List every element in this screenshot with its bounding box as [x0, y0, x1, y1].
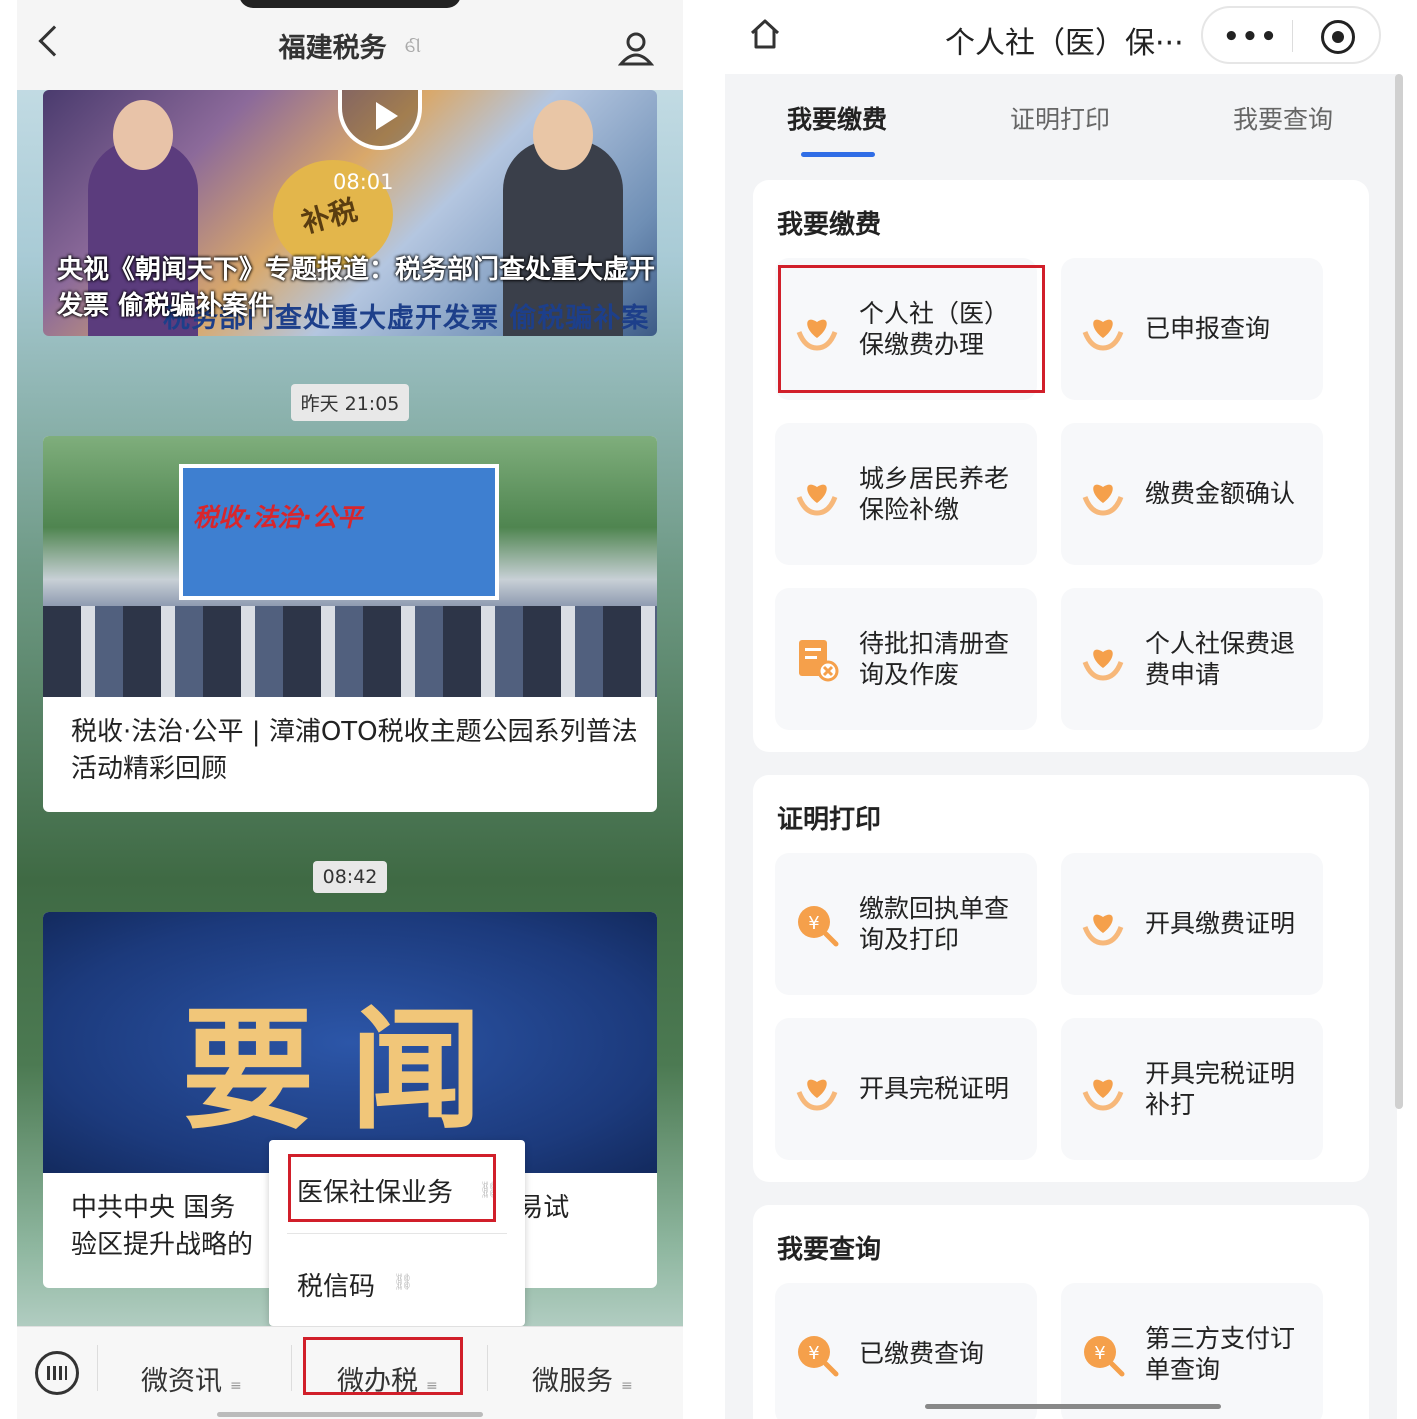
fingerprint-icon: ଣ [404, 32, 422, 58]
divider [487, 1345, 488, 1391]
menu-tab-services[interactable]: 微服务 ≡ [532, 1359, 633, 1398]
tile-refund-application[interactable]: 个人社保费退费申请 [1061, 588, 1323, 730]
heart-hand-icon [1082, 649, 1124, 681]
document-cancel-icon [799, 640, 839, 682]
divider [1292, 20, 1293, 52]
more-options-icon[interactable]: ••• [1223, 22, 1279, 52]
audience-crowd [43, 606, 657, 697]
tile-paid-query[interactable]: ¥ 已缴费查询 [775, 1283, 1037, 1419]
article-card-video[interactable]: 补税 08:01 税务部门查处重大虚开发票 偷税骗补案件 央视《朝闻天下》专题报… [43, 90, 657, 336]
divider [291, 1345, 292, 1391]
tile-declared-query[interactable]: 已申报查询 [1061, 258, 1323, 400]
article-title: 税收·法治·公平 | 漳浦OTO税收主题公园系列普法活动精彩回顾 [71, 717, 638, 784]
home-icon[interactable] [749, 18, 781, 50]
miniprogram-capsule: ••• [1201, 6, 1381, 64]
anchor-man-head [533, 100, 593, 170]
heart-hand-icon [796, 1079, 838, 1111]
tab-certificate-print[interactable]: 证明打印 [1010, 100, 1110, 136]
svg-text:¥: ¥ [1094, 1343, 1105, 1364]
menu-list-icon: ≡ [621, 1378, 633, 1394]
tile-pending-deduction-query[interactable]: 待批扣清册查询及作废 [775, 588, 1037, 730]
highlight-box [778, 265, 1045, 393]
tab-query[interactable]: 我要查询 [1233, 100, 1333, 136]
link-icon: ⛓ [393, 1272, 414, 1291]
tab-payment[interactable]: 我要缴费 [787, 100, 887, 136]
article-title-left: 中共中央 国务 [71, 1193, 236, 1223]
svg-text:¥: ¥ [808, 1343, 819, 1364]
tile-tax-certificate-reprint[interactable]: 开具完税证明补打 [1061, 1018, 1323, 1160]
yuan-search-icon: ¥ [1084, 1336, 1125, 1377]
tile-receipt-query-print[interactable]: ¥ 缴款回执单查询及打印 [775, 853, 1037, 995]
account-title: 福建税务 [278, 32, 387, 64]
submenu-popup: 医保社保业务 ⛓ 税信码 ⛓ [269, 1140, 525, 1326]
section-heading: 我要缴费 [777, 210, 882, 240]
anchor-woman-head [113, 100, 173, 170]
wechat-nav-bar: 福建税务 ଣ [17, 0, 683, 90]
left-phone-screen: 补税 08:01 税务部门查处重大虚开发票 偷税骗补案件 央视《朝闻天下》专题报… [17, 0, 683, 1419]
headline-graphic-text: 要闻 [182, 994, 518, 1148]
account-bottom-menu: 微资讯 ≡ 微办税 ≡ 微服务 ≡ [17, 1326, 683, 1419]
tile-payment-certificate[interactable]: 开具缴费证明 [1061, 853, 1323, 995]
active-tab-indicator [801, 152, 875, 157]
event-banner-text: 税收·法治·公平 [193, 503, 362, 532]
heart-hand-icon [1082, 484, 1124, 516]
keyboard-icon[interactable] [35, 1351, 79, 1395]
section-query: 我要查询 ¥ 已缴费查询 ¥ 第三方支付订单查询 [753, 1205, 1369, 1419]
tile-amount-confirm[interactable]: 缴费金额确认 [1061, 423, 1323, 565]
article-title: 央视《朝闻天下》专题报道：税务部门查处重大虚开发票 偷税骗补案件 [57, 255, 656, 321]
home-indicator [925, 1404, 1221, 1409]
heart-hand-icon [1082, 914, 1124, 946]
heart-hand-icon [1082, 319, 1124, 351]
article-title-line2: 验区提升战略的 [71, 1230, 254, 1260]
message-timestamp: 昨天 21:05 [17, 384, 683, 421]
heart-hand-icon [796, 484, 838, 516]
tile-tax-certificate[interactable]: 开具完税证明 [775, 1018, 1037, 1160]
article-card[interactable]: 税收·法治·公平 税收·法治·公平 | 漳浦OTO税收主题公园系列普法活动精彩回… [43, 436, 657, 812]
video-duration: 08:01 [333, 170, 394, 194]
divider [97, 1345, 98, 1391]
tile-pension-back-payment[interactable]: 城乡居民养老保险补缴 [775, 423, 1037, 565]
svg-text:¥: ¥ [808, 913, 819, 934]
section-heading: 证明打印 [777, 805, 882, 835]
page-title: 个人社（医）保··· [945, 26, 1184, 61]
scrollbar[interactable] [1395, 74, 1403, 1109]
tile-third-party-order-query[interactable]: ¥ 第三方支付订单查询 [1061, 1283, 1323, 1419]
menu-tab-news[interactable]: 微资讯 ≡ [141, 1359, 242, 1398]
yuan-search-icon: ¥ [798, 906, 839, 947]
back-arrow-icon[interactable] [38, 25, 70, 57]
home-indicator [217, 1412, 483, 1417]
yuan-search-icon: ¥ [798, 1336, 839, 1377]
highlight-box [288, 1154, 496, 1222]
content-area: 我要缴费 证明打印 我要查询 我要缴费 个人社（医）保缴费办理 已申报查询 城乡… [725, 74, 1397, 1419]
section-payment: 我要缴费 个人社（医）保缴费办理 已申报查询 城乡居民养老保险补缴 缴费金额确认… [753, 180, 1369, 752]
section-heading: 我要查询 [777, 1235, 882, 1265]
heart-hand-icon [1082, 1079, 1124, 1111]
menu-item-tax-credit-code[interactable]: 税信码 [297, 1266, 375, 1303]
message-timestamp: 08:42 [17, 861, 683, 893]
dynamic-island [239, 0, 461, 8]
section-certificate-print: 证明打印 ¥ 缴款回执单查询及打印 开具缴费证明 开具完税证明 开具完税证明补打 [753, 775, 1369, 1182]
divider [287, 1233, 507, 1234]
menu-list-icon: ≡ [230, 1378, 242, 1394]
close-miniprogram-icon[interactable] [1321, 20, 1355, 54]
miniprogram-nav-bar: 个人社（医）保··· ••• [725, 0, 1417, 74]
right-phone-screen: 个人社（医）保··· ••• 我要缴费 证明打印 我要查询 我要缴费 个人社（医… [725, 0, 1417, 1419]
play-icon[interactable] [338, 90, 422, 150]
user-profile-icon[interactable] [618, 30, 654, 66]
highlight-box [303, 1337, 463, 1395]
